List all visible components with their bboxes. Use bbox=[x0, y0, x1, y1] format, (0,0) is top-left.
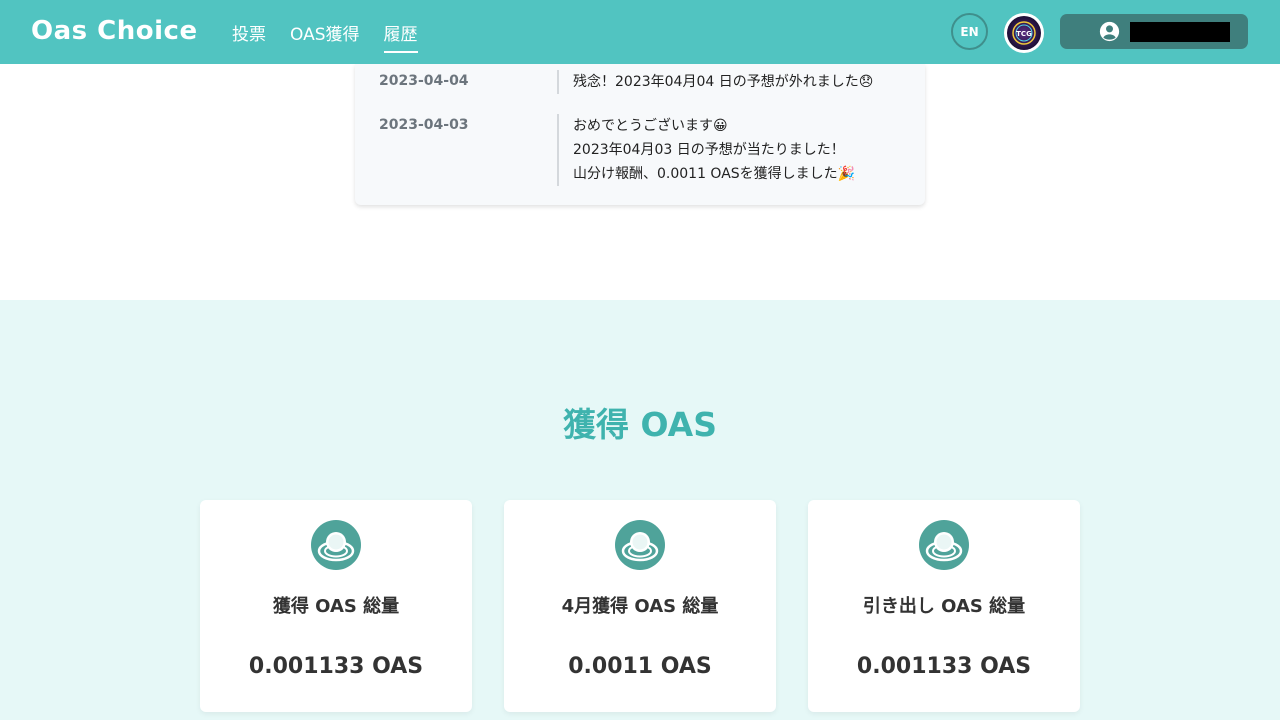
stat-card-monthly: 4月獲得 OAS 総量 0.0011 OAS bbox=[504, 500, 776, 712]
history-divider bbox=[557, 70, 559, 94]
earned-oas-section: 獲得 OAS 獲得 OAS 総量 0.001133 OAS 4月獲得 OAS 総… bbox=[0, 300, 1280, 720]
account-name-redacted bbox=[1130, 22, 1230, 42]
nav-item-history[interactable]: 履歴 bbox=[383, 16, 418, 53]
stat-card-total: 獲得 OAS 総量 0.001133 OAS bbox=[200, 500, 472, 712]
stat-label: 獲得 OAS 総量 bbox=[272, 596, 400, 617]
oas-coin-icon bbox=[311, 520, 361, 570]
stat-value: 0.0011 OAS bbox=[568, 654, 712, 679]
oas-coin-icon bbox=[615, 520, 665, 570]
history-message: 山分け報酬、0.0011 OASを獲得しました🎉 bbox=[573, 166, 856, 182]
history-row: 2023-04-03 おめでとうございます😀 2023年04月03 日の予想が当… bbox=[355, 114, 925, 186]
history-divider bbox=[557, 114, 559, 186]
history-date: 2023-04-04 bbox=[379, 73, 469, 89]
history-message: 残念！2023年04月04 日の予想が外れました😞 bbox=[573, 74, 874, 90]
app-logo[interactable]: Oas Choice bbox=[31, 16, 198, 46]
nav-item-vote[interactable]: 投票 bbox=[232, 16, 266, 49]
stat-value: 0.001133 OAS bbox=[248, 654, 424, 679]
stat-card-withdrawn: 引き出し OAS 総量 0.001133 OAS bbox=[808, 500, 1080, 712]
history-message: おめでとうございます😀 bbox=[573, 118, 728, 134]
tcg-logo-icon: TCG bbox=[1007, 16, 1041, 50]
history-card: 2023-04-04 残念！2023年04月04 日の予想が外れました😞 202… bbox=[355, 64, 925, 205]
section-title: 獲得 OAS bbox=[563, 405, 717, 444]
stat-label: 4月獲得 OAS 総量 bbox=[561, 596, 719, 617]
user-circle-icon bbox=[1099, 21, 1120, 42]
main-nav: 投票 OAS獲得 履歴 bbox=[232, 0, 442, 64]
account-button[interactable] bbox=[1060, 14, 1248, 49]
history-row: 2023-04-04 残念！2023年04月04 日の予想が外れました😞 bbox=[355, 70, 925, 98]
svg-text:TCG: TCG bbox=[1016, 30, 1032, 38]
language-toggle-button[interactable]: EN bbox=[951, 13, 988, 50]
tcg-avatar[interactable]: TCG bbox=[1004, 13, 1044, 53]
oas-coin-icon bbox=[919, 520, 969, 570]
history-date: 2023-04-03 bbox=[379, 117, 469, 133]
stat-label: 引き出し OAS 総量 bbox=[862, 596, 1026, 617]
stat-value: 0.001133 OAS bbox=[856, 654, 1032, 679]
history-message: 2023年04月03 日の予想が当たりました！ bbox=[573, 142, 845, 158]
nav-item-earn-oas[interactable]: OAS獲得 bbox=[290, 16, 360, 49]
top-header: Oas Choice 投票 OAS獲得 履歴 EN TCG bbox=[0, 0, 1280, 64]
